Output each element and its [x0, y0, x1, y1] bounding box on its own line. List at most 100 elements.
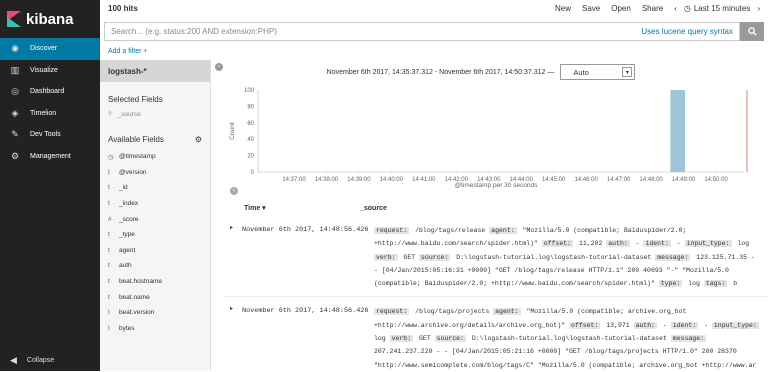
- source-field-key: ident:: [670, 321, 699, 329]
- field-name: _index: [119, 200, 139, 208]
- available-fields-header: Available Fields ⚙: [100, 133, 210, 146]
- source-field-key: agent:: [489, 227, 517, 234]
- field-name: beat.name: [119, 293, 150, 301]
- source-field-value: 207.241.237.220 - - [04/Jan/2015:05:21:1…: [374, 348, 757, 369]
- time-range-label: November 6th 2017, 14:35:37.312 - Novemb…: [326, 68, 555, 76]
- time-column-label: Time: [244, 205, 261, 212]
- side-nav: kibana ◉ Discover ▥ Visualize ◎ Dashboard ◈ Tim…: [0, 0, 100, 371]
- field-item[interactable]: t auth: [100, 258, 210, 274]
- source-field-key: request:: [374, 308, 410, 316]
- search-row: Search... (e.g. status:200 AND extension…: [100, 19, 768, 43]
- nav-item-label: Discover: [30, 45, 58, 53]
- source-field-value: -: [659, 321, 671, 329]
- field-name: _type: [119, 231, 135, 239]
- field-name: agent: [119, 246, 136, 254]
- source-field-key: auth:: [633, 321, 658, 329]
- expand-row-icon[interactable]: ▸: [224, 305, 242, 371]
- collapse-button[interactable]: ◀ Collapse: [0, 349, 100, 371]
- bar-chart-icon: ▥: [10, 64, 20, 75]
- search-placeholder: Search... (e.g. status:200 AND extension…: [111, 26, 277, 36]
- row-time: November 6th 2017, 14:48:56.426: [242, 307, 369, 316]
- new-button[interactable]: New: [555, 4, 571, 13]
- field-name: @version: [119, 168, 147, 176]
- field-name: _score: [119, 215, 139, 223]
- histogram-chart: 020406080100Count14:37:00 14:38:00 14:39:0…: [229, 88, 748, 183]
- source-field-key: input_type:: [684, 240, 732, 248]
- field-item[interactable]: t beat.version: [100, 305, 210, 321]
- field-item[interactable]: t beat.hostname: [100, 274, 210, 290]
- nav-item-discover[interactable]: ◉ Discover: [0, 38, 100, 60]
- time-column-header[interactable]: Time ▾: [224, 204, 360, 212]
- add-filter-link[interactable]: Add a filter +: [100, 43, 768, 60]
- top-bar: 100 hits New Save Open Share ‹ ◷ Last 15…: [100, 0, 768, 17]
- field-type-icon: t: [108, 184, 110, 192]
- source-field-value: b: [729, 280, 738, 288]
- interval-value: Auto: [573, 67, 589, 77]
- source-field-key: input_type:: [711, 321, 759, 329]
- field-item[interactable]: ◷ @timestamp: [100, 149, 210, 165]
- collapse-icon: ◀: [10, 354, 17, 365]
- results-content: November 6th 2017, 14:35:37.312 - Novemb…: [224, 60, 768, 371]
- field-item[interactable]: t agent: [100, 243, 210, 259]
- sort-down-icon: ▾: [262, 205, 266, 212]
- gear-icon[interactable]: ⚙: [195, 135, 202, 144]
- y-tick-label: 100: [244, 88, 255, 94]
- field-item[interactable]: t _index: [100, 196, 210, 212]
- kibana-logo[interactable]: kibana: [0, 0, 100, 38]
- selected-field-source[interactable]: ? _source: [100, 106, 210, 122]
- field-type-icon: #: [108, 215, 112, 223]
- save-button[interactable]: Save: [582, 4, 600, 13]
- nav-item-timelion[interactable]: ◈ Timelion: [0, 103, 100, 125]
- shield-icon: ◈: [11, 107, 19, 118]
- time-picker[interactable]: ‹ ◷ Last 15 minutes ›: [674, 4, 760, 13]
- source-column-header: _source: [360, 204, 387, 212]
- time-range-bar: November 6th 2017, 14:35:37.312 - Novemb…: [224, 60, 768, 84]
- nav-item-visualize[interactable]: ▥ Visualize: [0, 60, 100, 82]
- field-item[interactable]: t beat.name: [100, 289, 210, 305]
- search-input[interactable]: Search... (e.g. status:200 AND extension…: [104, 21, 740, 41]
- field-name: bytes: [119, 324, 135, 332]
- share-button[interactable]: Share: [642, 4, 663, 13]
- search-button[interactable]: [740, 21, 764, 41]
- field-item[interactable]: t _type: [100, 227, 210, 243]
- time-back-icon[interactable]: ‹: [674, 4, 677, 13]
- row-time: November 6th 2017, 14:48:56.426: [242, 226, 369, 234]
- source-field-value: 13,971: [602, 321, 634, 329]
- source-field-key: offset:: [541, 240, 574, 248]
- source-field-value: log: [684, 280, 704, 288]
- collapse-chart-icon[interactable]: ‹: [230, 187, 238, 195]
- field-item[interactable]: # _score: [100, 211, 210, 227]
- field-type-icon: t: [108, 200, 110, 208]
- source-field-key: verb:: [389, 335, 414, 343]
- main-area: 100 hits New Save Open Share ‹ ◷ Last 15…: [100, 0, 768, 371]
- source-field-value: D:\logstash-tutorial.log\logstash-tutori…: [467, 335, 671, 343]
- nav-item-dev-tools[interactable]: ✎ Dev Tools: [0, 124, 100, 146]
- chevron-down-icon: ▾: [622, 67, 633, 77]
- field-item[interactable]: t @version: [100, 165, 210, 181]
- collapse-sidebar-icon[interactable]: ‹: [215, 63, 223, 71]
- gear-icon: ⚙: [10, 150, 20, 161]
- field-item[interactable]: t bytes: [100, 321, 210, 337]
- field-type-icon: t: [108, 278, 110, 286]
- source-field-value: log: [733, 240, 750, 248]
- nav-item-label: Dashboard: [30, 88, 65, 96]
- source-field-key: tags:: [703, 280, 728, 288]
- expand-row-icon[interactable]: ▸: [224, 224, 242, 290]
- field-name: beat.version: [119, 309, 155, 317]
- source-field-value: -: [631, 240, 644, 248]
- y-tick-label: 20: [247, 154, 254, 160]
- source-field-value: -: [672, 240, 685, 248]
- nav-item-dashboard[interactable]: ◎ Dashboard: [0, 81, 100, 103]
- field-name: _id: [119, 184, 128, 192]
- field-item[interactable]: t _id: [100, 180, 210, 196]
- y-tick-label: 80: [247, 104, 254, 110]
- open-button[interactable]: Open: [611, 4, 631, 13]
- interval-select[interactable]: Auto ▾: [560, 64, 636, 80]
- source-field-key: verb:: [374, 253, 398, 261]
- field-type-icon: t: [108, 231, 110, 239]
- nav-item-management[interactable]: ⚙ Management: [0, 146, 100, 168]
- index-pattern-selector[interactable]: logstash-*: [100, 60, 210, 82]
- lucene-syntax-link[interactable]: Uses lucene query syntax: [641, 27, 733, 36]
- compass-icon: ◉: [11, 43, 19, 54]
- time-forward-icon[interactable]: ›: [757, 4, 760, 13]
